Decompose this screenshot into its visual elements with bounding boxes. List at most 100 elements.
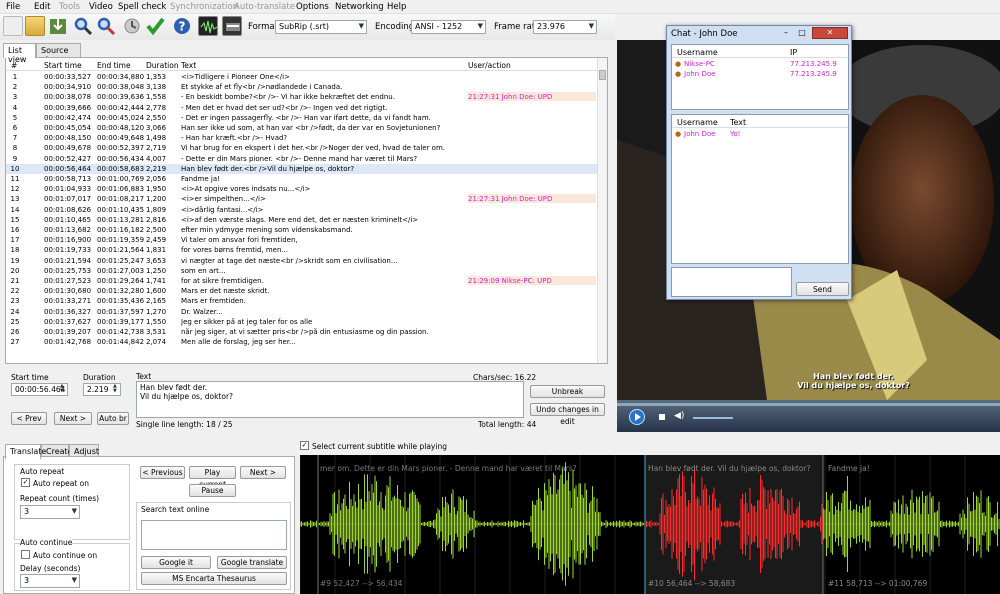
- table-row[interactable]: 1 00:00:33,527 00:00:34,880 1,353 <i>Tidlige…: [6, 72, 599, 82]
- table-row[interactable]: 22 00:01:30,680 00:01:32,280 1,600 Mars er d…: [6, 286, 599, 296]
- table-row[interactable]: 8 00:00:49,678 00:00:52,397 2,719 Vi har bru…: [6, 143, 599, 153]
- chat-users-list[interactable]: Username IP ● Nikse-PC 77.213.245.9 ● John D…: [671, 44, 849, 110]
- col-duration[interactable]: Duration: [146, 61, 179, 70]
- volume-icon[interactable]: ◀): [674, 411, 684, 421]
- encoding-select[interactable]: ANSI - 1252 ▼: [411, 20, 486, 34]
- video-toggle-icon[interactable]: [222, 16, 242, 36]
- chat-messages-list[interactable]: Username Text ● John Doe Yo!: [671, 114, 849, 264]
- menu-spell-check[interactable]: Spell check: [118, 2, 166, 12]
- audio-waveform[interactable]: mer om. Dette er din Mars pioner. - Denn…: [300, 455, 1000, 594]
- volume-slider[interactable]: [693, 417, 733, 419]
- chat-message-row[interactable]: ● John Doe Yo!: [674, 130, 846, 140]
- table-row[interactable]: 19 00:01:21,594 00:01:25,247 3,653 vi nægter…: [6, 256, 599, 266]
- table-row[interactable]: 10 00:00:56,464 00:00:58,683 2,219 Han blev …: [6, 163, 599, 174]
- framerate-select[interactable]: 23.976 ▼: [533, 20, 597, 34]
- table-row[interactable]: 7 00:00:48,150 00:00:49,648 1,498 - Han har …: [6, 133, 599, 143]
- scroll-thumb[interactable]: [599, 70, 606, 80]
- table-row[interactable]: 23 00:01:33,271 00:01:35,436 2,165 Mars er f…: [6, 296, 599, 306]
- table-row[interactable]: 24 00:01:36,327 00:01:37,597 1,270 Dr. Walze…: [6, 307, 599, 317]
- format-select[interactable]: SubRip (.srt) ▼: [275, 20, 367, 34]
- col-start-time[interactable]: Start time: [44, 61, 82, 70]
- auto-continue-checkbox[interactable]: [21, 550, 30, 559]
- undo-changes-button[interactable]: Undo changes in edit: [530, 403, 605, 426]
- replace-icon[interactable]: [96, 16, 116, 36]
- search-text-input[interactable]: [141, 520, 287, 550]
- table-row[interactable]: 5 00:00:42,474 00:00:45,024 2,550 - Det er i…: [6, 113, 599, 123]
- cell-start: 00:01:04,933: [44, 185, 92, 194]
- col-user-action[interactable]: User/action: [468, 61, 511, 70]
- chat-input[interactable]: [671, 267, 792, 297]
- select-current-checkbox[interactable]: ✓: [300, 441, 309, 450]
- auto-br-button[interactable]: Auto br: [97, 412, 129, 425]
- ms-encarta-button[interactable]: MS Encarta Thesaurus: [141, 572, 287, 585]
- unbreak-button[interactable]: Unbreak: [530, 385, 605, 398]
- menu-networking[interactable]: Networking: [335, 2, 384, 12]
- table-row[interactable]: 16 00:01:13,682 00:01:16,182 2,500 efter min…: [6, 225, 599, 235]
- table-row[interactable]: 4 00:00:39,666 00:00:42,444 2,778 - Men det …: [6, 103, 599, 113]
- find-icon[interactable]: [73, 16, 93, 36]
- table-row[interactable]: 3 00:00:38,078 00:00:39,636 1,558 - En beski…: [6, 92, 599, 102]
- table-row[interactable]: 18 00:01:19,733 00:01:21,564 1,831 for vores…: [6, 245, 599, 255]
- next-button[interactable]: Next >: [54, 412, 92, 425]
- next-line-button[interactable]: Next >: [240, 466, 286, 479]
- duration-spinner[interactable]: ▲ ▼: [113, 384, 117, 394]
- table-row[interactable]: 14 00:01:08,626 00:01:10,435 1,809 <i>dårlig…: [6, 205, 599, 215]
- tab-source-view[interactable]: Source view: [36, 43, 81, 64]
- list-scrollbar[interactable]: [597, 58, 607, 363]
- maximize-icon[interactable]: □: [795, 28, 809, 38]
- table-row[interactable]: 21 00:01:27,523 00:01:29,264 1,741 for at si…: [6, 276, 599, 286]
- table-row[interactable]: 26 00:01:39,207 00:01:42,738 3,531 når jeg s…: [6, 327, 599, 337]
- menu-synchronization[interactable]: Synchronization: [170, 2, 238, 12]
- tab-translate[interactable]: Translate: [5, 444, 46, 459]
- table-row[interactable]: 11 00:00:58,713 00:01:00,769 2,056 Fandme ja…: [6, 174, 599, 184]
- table-row[interactable]: 25 00:01:37,627 00:01:39,177 1,550 Jeg er si…: [6, 317, 599, 327]
- table-row[interactable]: 9 00:00:52,427 00:00:56,434 4,007 - Dette er…: [6, 154, 599, 164]
- visual-sync-icon[interactable]: [122, 16, 142, 36]
- table-row[interactable]: 27 00:01:42,768 00:01:44,842 2,074 Men alle …: [6, 337, 599, 347]
- play-button[interactable]: [629, 409, 645, 425]
- previous-button[interactable]: < Previous: [140, 466, 185, 479]
- table-row[interactable]: 2 00:00:34,910 00:00:38,048 3,138 Et stykke …: [6, 82, 599, 92]
- prev-button[interactable]: < Prev: [11, 412, 47, 425]
- google-it-button[interactable]: Google it: [141, 556, 211, 569]
- menu-video[interactable]: Video: [89, 2, 113, 12]
- col-text[interactable]: Text: [181, 61, 196, 70]
- auto-repeat-checkbox[interactable]: ✓: [21, 478, 30, 487]
- google-translate-button[interactable]: Google translate: [217, 556, 287, 569]
- table-row[interactable]: 6 00:00:45,054 00:00:48,120 3,066 Han ser ik…: [6, 123, 599, 133]
- open-folder-icon[interactable]: [25, 16, 45, 36]
- new-file-icon[interactable]: [3, 16, 23, 36]
- text-editor[interactable]: Han blev født der. Vil du hjælpe os, dok…: [136, 381, 524, 418]
- close-icon[interactable]: ✕: [812, 27, 848, 39]
- play-current-button[interactable]: Play current: [189, 466, 236, 489]
- menu-file[interactable]: File: [6, 2, 20, 12]
- table-row[interactable]: 20 00:01:25,753 00:01:27,003 1,250 som en ar…: [6, 266, 599, 276]
- delay-select[interactable]: 3 ▼: [20, 574, 80, 588]
- stop-icon[interactable]: [659, 414, 665, 420]
- menu-options[interactable]: Options: [296, 2, 329, 12]
- tab-list-view[interactable]: List view: [3, 43, 36, 64]
- save-icon[interactable]: [48, 16, 68, 36]
- cell-start: 00:00:38,078: [44, 93, 92, 102]
- spell-check-icon[interactable]: [145, 16, 165, 36]
- subtitle-list[interactable]: # Start time End time Duration Text User…: [5, 57, 608, 364]
- send-button[interactable]: Send: [796, 282, 849, 296]
- start-time-spinner[interactable]: ▲ ▼: [60, 384, 64, 394]
- minimize-icon[interactable]: –: [779, 28, 793, 38]
- menu-edit[interactable]: Edit: [34, 2, 50, 12]
- waveform-toggle-icon[interactable]: [198, 16, 218, 36]
- col-end-time[interactable]: End time: [97, 61, 131, 70]
- chat-user-row[interactable]: ● Nikse-PC 77.213.245.9: [674, 60, 846, 70]
- menu-tools[interactable]: Tools: [59, 2, 80, 12]
- video-seek-bar[interactable]: [617, 403, 1000, 406]
- table-row[interactable]: 17 00:01:16,900 00:01:19,359 2,459 Vi taler …: [6, 235, 599, 245]
- menu-help[interactable]: Help: [387, 2, 406, 12]
- repeat-count-select[interactable]: 3 ▼: [20, 505, 80, 519]
- table-row[interactable]: 12 00:01:04,933 00:01:06,883 1,950 <i>At opg…: [6, 184, 599, 194]
- pause-button[interactable]: Pause: [189, 484, 236, 497]
- table-row[interactable]: 13 00:01:07,017 00:01:08,217 1,200 <i>er sim…: [6, 194, 599, 204]
- menu-auto-translate[interactable]: Auto-translate: [234, 2, 295, 12]
- chat-user-row[interactable]: ● John Doe 77.213.245.9: [674, 70, 846, 80]
- help-icon[interactable]: ?: [172, 16, 192, 36]
- table-row[interactable]: 15 00:01:10,465 00:01:13,281 2,816 <i>af den…: [6, 215, 599, 225]
